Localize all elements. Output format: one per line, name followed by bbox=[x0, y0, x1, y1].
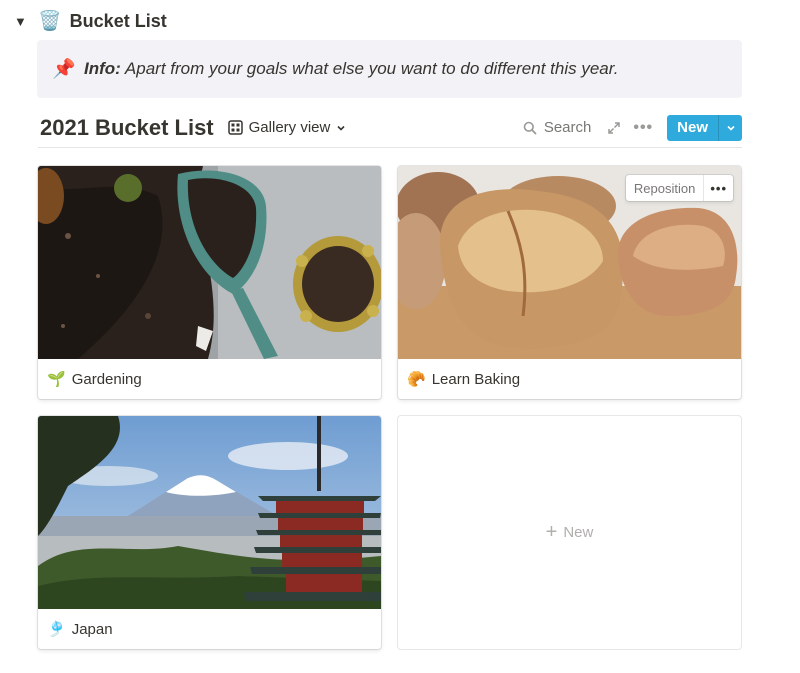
card-title: Japan bbox=[71, 620, 113, 638]
card-label: 🎐 Japan bbox=[38, 609, 381, 649]
gardening-cover-image bbox=[38, 166, 381, 359]
database-actions: Search ••• New bbox=[523, 114, 742, 141]
japan-cover-image bbox=[38, 416, 381, 609]
new-button[interactable]: New bbox=[667, 114, 718, 141]
wind-chime-icon: 🎐 bbox=[47, 621, 66, 638]
expand-icon[interactable] bbox=[607, 121, 621, 135]
gallery-icon bbox=[227, 120, 243, 135]
pushpin-icon: 📌 bbox=[52, 59, 76, 80]
toggle-arrow-icon[interactable]: ▼ bbox=[14, 14, 32, 29]
callout-text: Info: Apart from your goals what else yo… bbox=[84, 59, 619, 79]
database-header: 2021 Bucket List Gallery view Search •••… bbox=[38, 108, 742, 148]
toggle-title: Bucket List bbox=[69, 10, 167, 31]
new-card-label: New bbox=[563, 524, 594, 541]
gallery-card-gardening[interactable]: 🌱 Gardening bbox=[38, 166, 381, 399]
trash-can-icon: 🗑️ bbox=[38, 10, 62, 32]
view-label: Gallery view bbox=[248, 119, 331, 136]
new-card-button[interactable]: + New bbox=[398, 416, 741, 649]
new-button-group: New bbox=[667, 114, 742, 141]
new-dropdown-chevron-icon[interactable] bbox=[718, 114, 742, 141]
gallery-card-japan[interactable]: 🎐 Japan bbox=[38, 416, 381, 649]
reposition-button[interactable]: Reposition bbox=[626, 175, 705, 201]
card-title: Gardening bbox=[71, 370, 142, 388]
more-options-icon[interactable]: ••• bbox=[633, 119, 653, 137]
bucket-list-toggle[interactable]: ▼ 🗑️ Bucket List bbox=[14, 8, 167, 34]
card-label: 🌱 Gardening bbox=[38, 359, 381, 399]
search-label: Search bbox=[543, 119, 592, 136]
callout-body: Apart from your goals what else you want… bbox=[120, 59, 619, 78]
search-button[interactable]: Search bbox=[523, 119, 592, 136]
seedling-icon: 🌱 bbox=[47, 371, 66, 388]
database-title[interactable]: 2021 Bucket List bbox=[38, 115, 214, 141]
chevron-down-icon bbox=[336, 123, 346, 133]
gallery-card-learn-baking[interactable]: Reposition ••• 🥐 Learn Baking bbox=[398, 166, 741, 399]
croissant-icon: 🥐 bbox=[407, 371, 426, 388]
info-callout: 📌 Info: Apart from your goals what else … bbox=[37, 40, 742, 98]
card-title: Learn Baking bbox=[431, 370, 521, 388]
view-switcher[interactable]: Gallery view bbox=[227, 119, 347, 136]
reposition-controls: Reposition ••• bbox=[625, 175, 733, 201]
search-icon bbox=[523, 121, 537, 134]
card-label: 🥐 Learn Baking bbox=[398, 359, 741, 399]
card-more-options-icon[interactable]: ••• bbox=[704, 175, 733, 201]
plus-icon: + bbox=[545, 521, 558, 543]
callout-label: Info: bbox=[84, 59, 121, 78]
